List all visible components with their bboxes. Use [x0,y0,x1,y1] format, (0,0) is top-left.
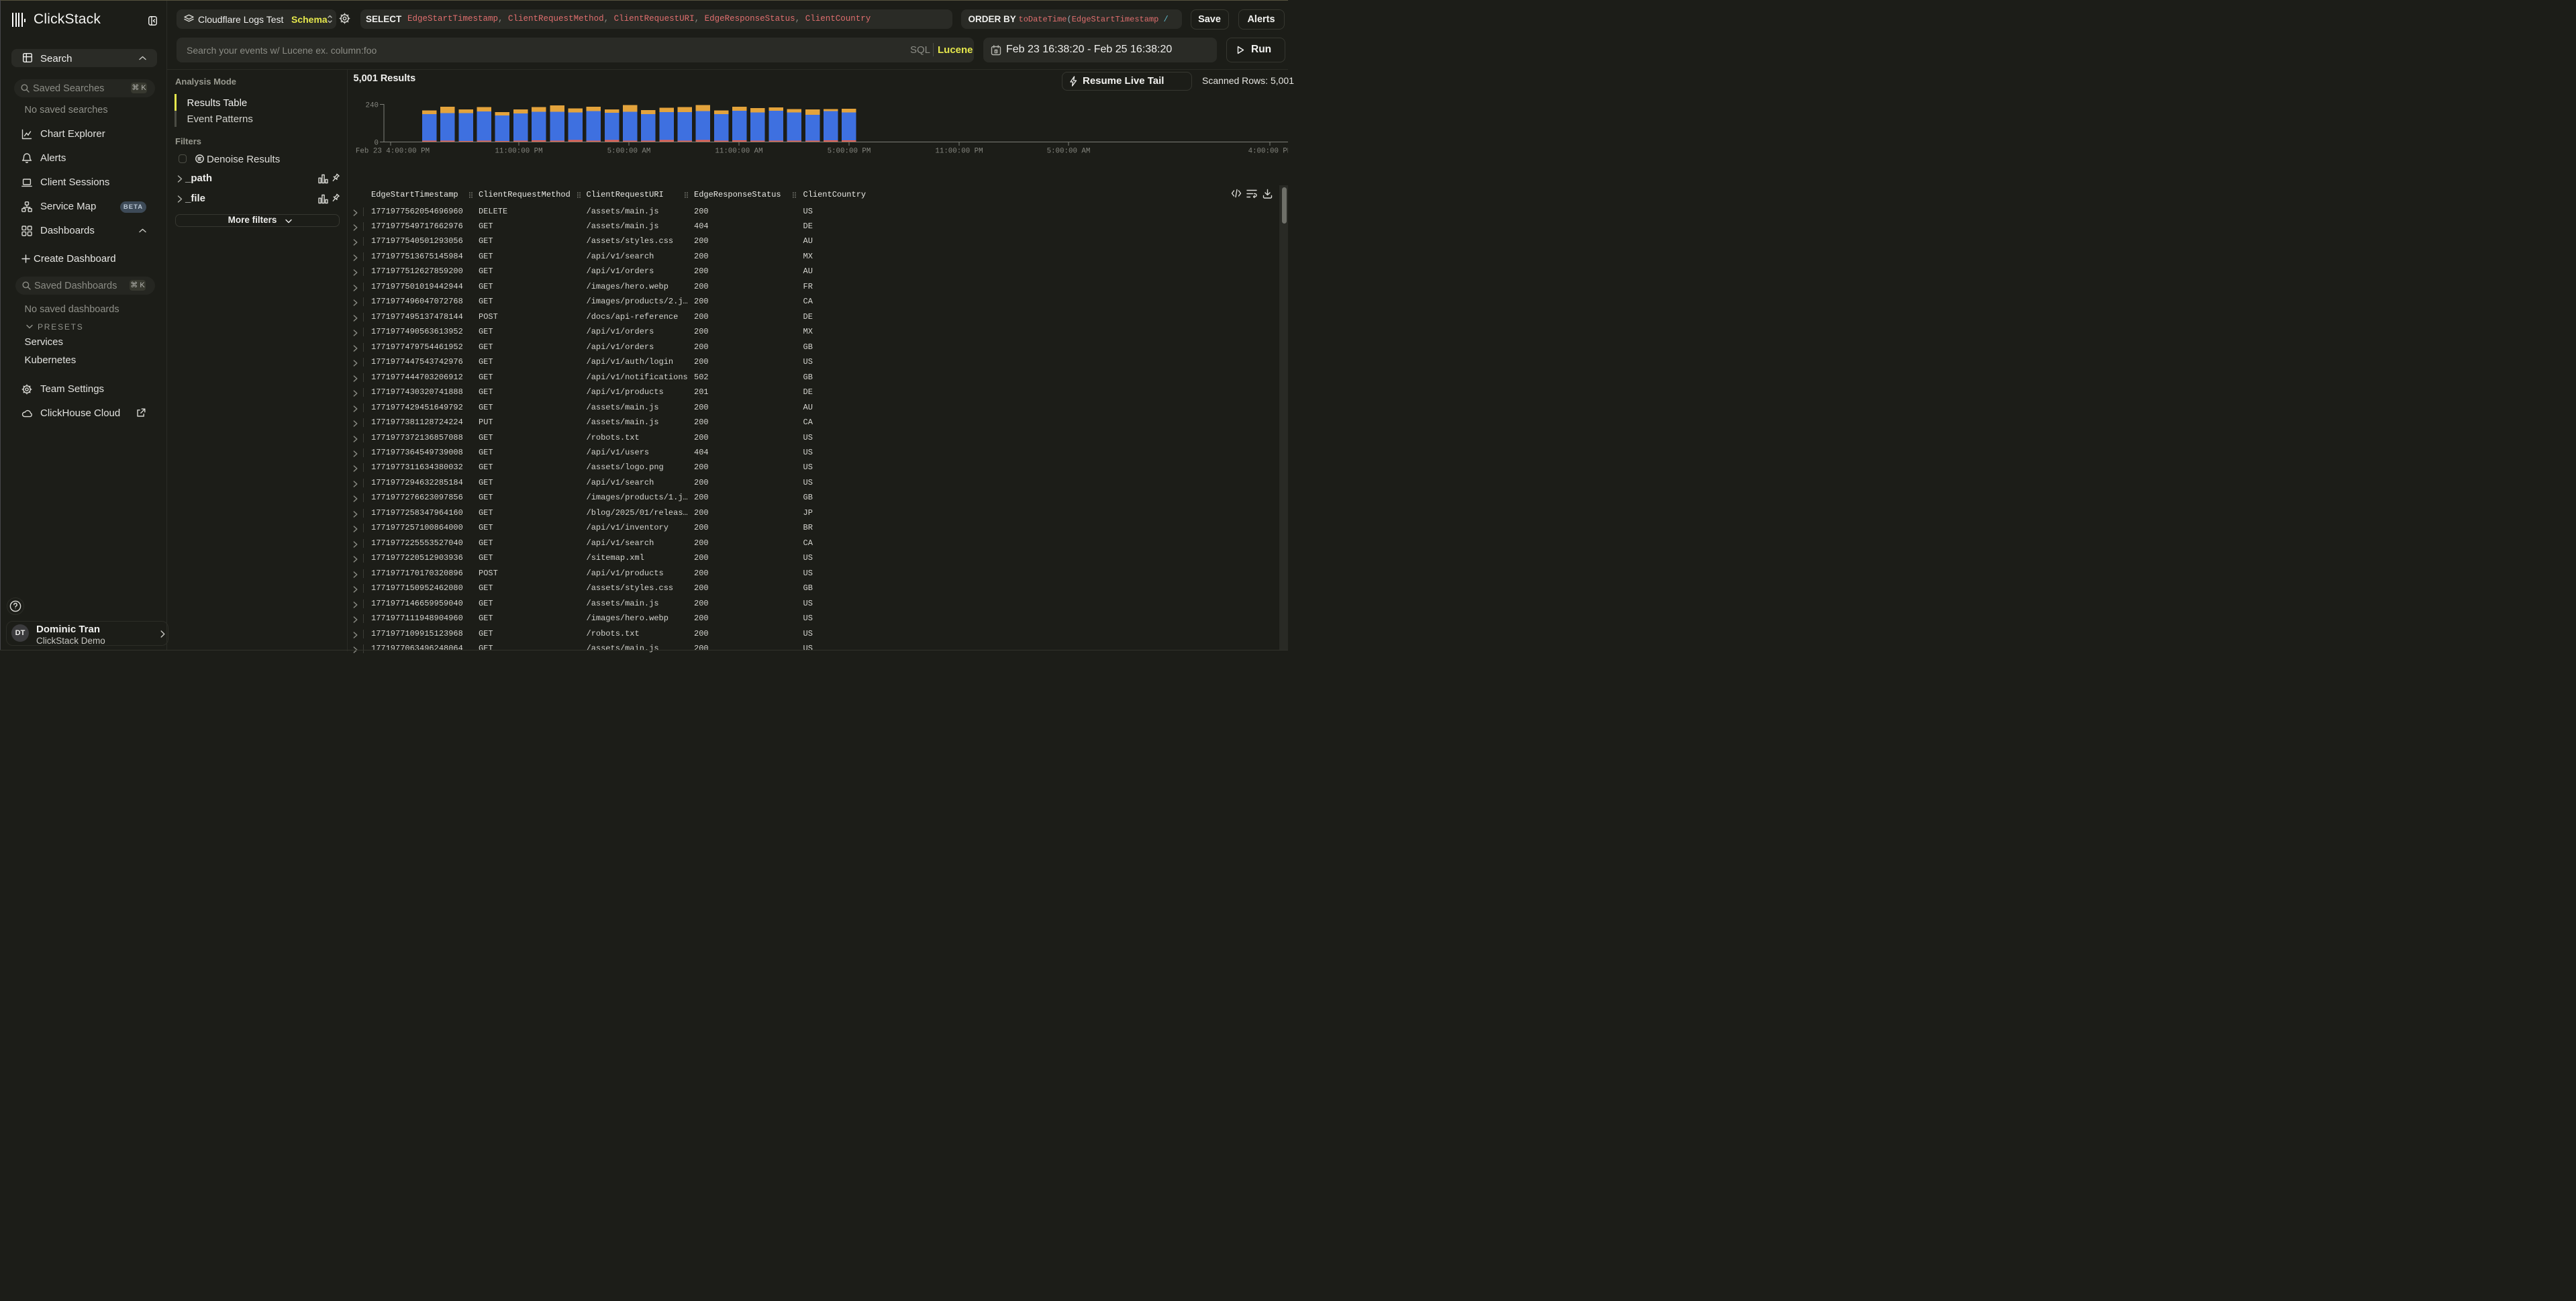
svg-text:11:00:00 PM: 11:00:00 PM [935,148,983,156]
svg-text:0: 0 [375,140,379,148]
svg-text:11:00:00 AM: 11:00:00 AM [715,148,762,156]
svg-text:5:00:00 AM: 5:00:00 AM [1047,148,1091,156]
svg-text:240: 240 [366,102,379,110]
svg-text:5:00:00 PM: 5:00:00 PM [828,148,871,156]
svg-text:Feb 23 4:00:00 PM: Feb 23 4:00:00 PM [356,148,430,156]
svg-text:11:00:00 PM: 11:00:00 PM [495,148,542,156]
svg-text:5:00:00 AM: 5:00:00 AM [607,148,651,156]
svg-text:4:00:00 PM: 4:00:00 PM [1248,148,1288,156]
